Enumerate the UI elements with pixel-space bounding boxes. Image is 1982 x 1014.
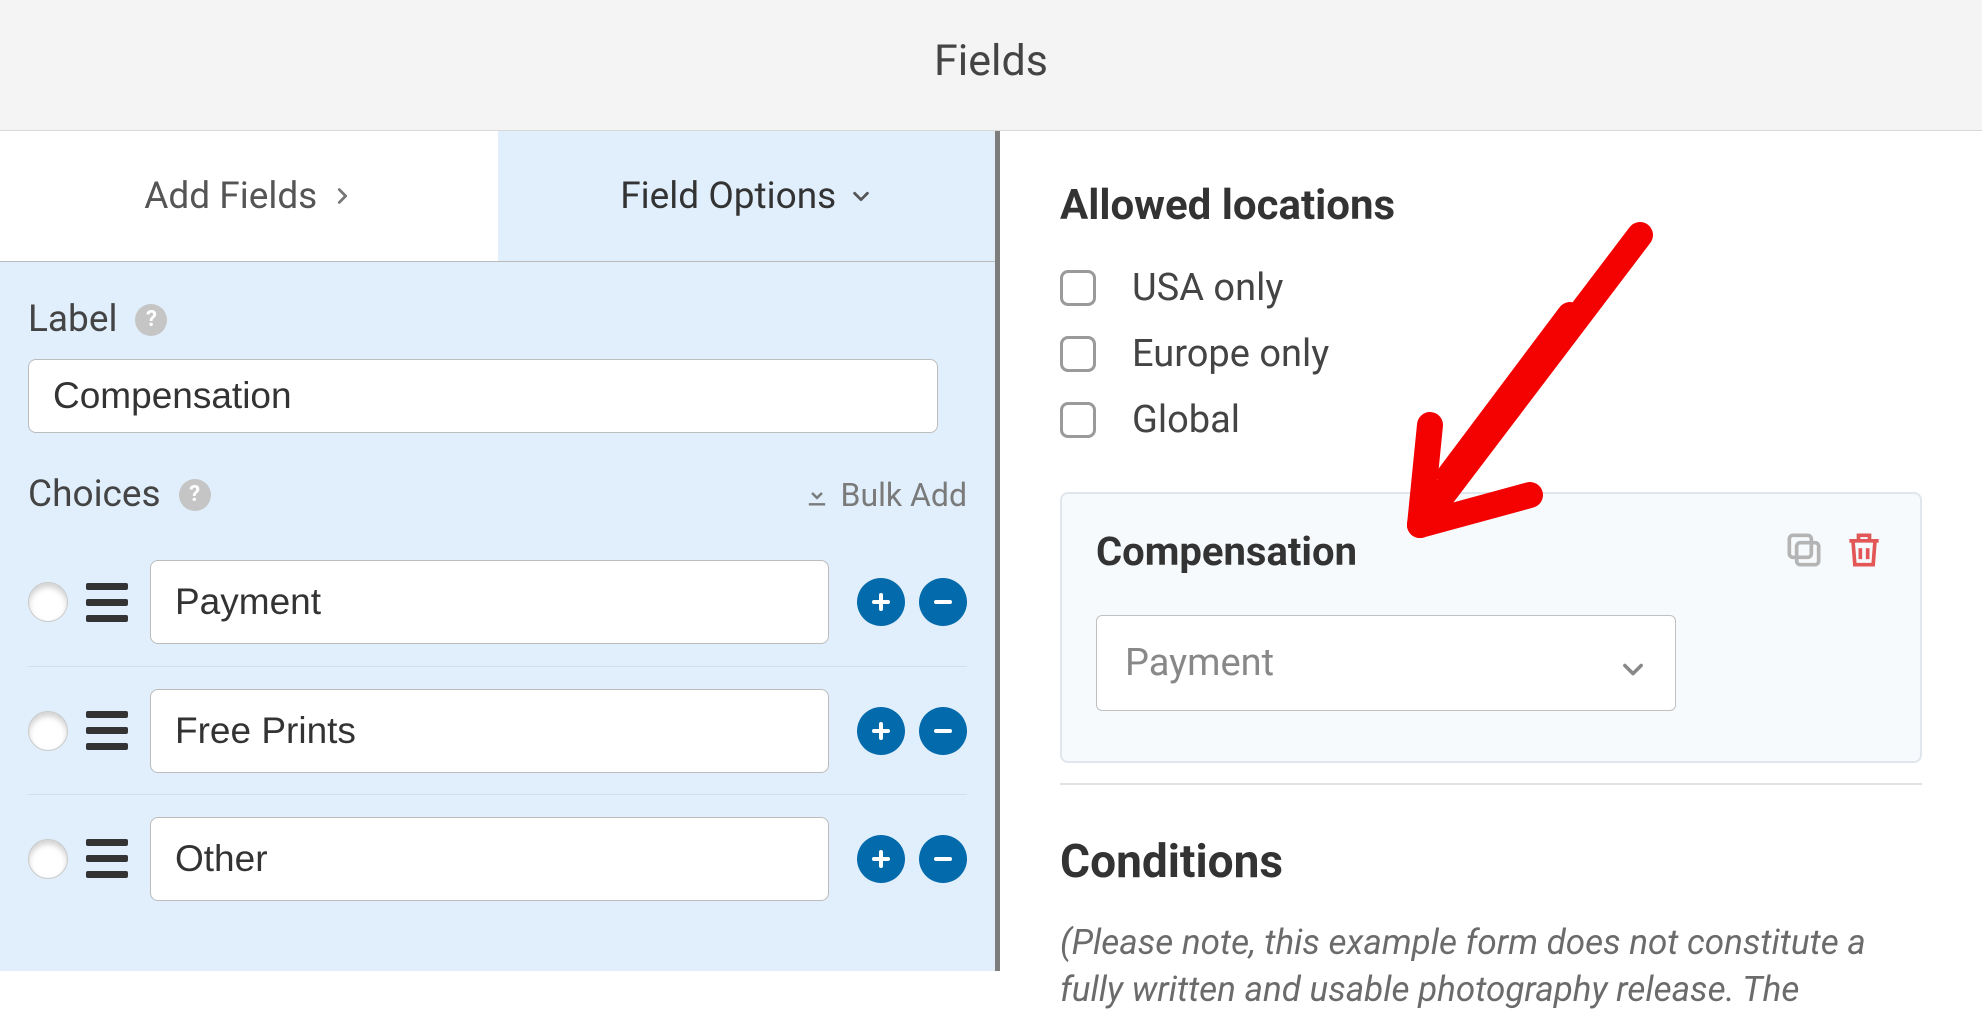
help-icon[interactable]: ? [135,304,167,336]
page-title: Fields [0,36,1982,86]
label-input[interactable] [28,359,938,433]
divider [1060,783,1922,785]
add-choice-button[interactable] [857,835,905,883]
field-card-title: Compensation [1096,528,1357,575]
tab-field-options-label: Field Options [620,175,836,218]
chevron-down-icon [850,185,872,207]
choices-heading: Choices [28,473,161,516]
choice-input[interactable] [150,817,829,901]
field-options-section: Label ? Choices ? Bulk Add [0,262,995,922]
tab-add-fields[interactable]: Add Fields [0,131,498,261]
conditions-note: (Please note, this example form does not… [1060,919,1922,1014]
main-layout: Add Fields Field Options Label ? Choic [0,131,1982,971]
chevron-right-icon [331,185,353,207]
label-row: Label ? [28,298,967,341]
add-choice-button[interactable] [857,707,905,755]
compensation-select[interactable]: Payment [1096,615,1676,711]
chevron-down-icon [1619,649,1647,677]
drag-handle-icon[interactable] [86,583,128,622]
field-card-compensation[interactable]: Compensation Payment [1060,492,1922,763]
add-choice-button[interactable] [857,578,905,626]
tab-add-fields-label: Add Fields [144,175,317,218]
allowed-locations-heading: Allowed locations [1060,181,1922,230]
form-preview-pane: Allowed locations USA only Europe only G… [1000,131,1982,971]
checkbox-label: Global [1132,398,1240,442]
allowed-locations-list: USA only Europe only Global [1060,266,1922,442]
bulk-add-button[interactable]: Bulk Add [803,476,967,514]
choice-row [28,666,967,794]
checkbox-label: Europe only [1132,332,1329,376]
list-item: Global [1060,398,1922,442]
drag-handle-icon[interactable] [86,711,128,750]
choice-input[interactable] [150,689,829,773]
choice-row [28,794,967,922]
list-item: USA only [1060,266,1922,310]
remove-choice-button[interactable] [919,707,967,755]
label-heading: Label [28,298,117,341]
choice-input[interactable] [150,560,829,644]
default-radio[interactable] [28,711,68,751]
choices-list [28,538,967,922]
conditions-heading: Conditions [1060,835,1922,889]
choices-header: Choices ? Bulk Add [28,473,967,516]
checkbox-europe-only[interactable] [1060,336,1096,372]
field-editor-pane: Add Fields Field Options Label ? Choic [0,131,1000,971]
select-value: Payment [1125,641,1274,685]
download-icon [803,481,831,509]
choice-row [28,538,967,666]
help-icon[interactable]: ? [179,479,211,511]
list-item: Europe only [1060,332,1922,376]
checkbox-global[interactable] [1060,402,1096,438]
default-radio[interactable] [28,839,68,879]
tab-field-options[interactable]: Field Options [498,131,996,261]
page-header: Fields [0,0,1982,131]
checkbox-usa-only[interactable] [1060,270,1096,306]
drag-handle-icon[interactable] [86,839,128,878]
bulk-add-label: Bulk Add [841,476,967,514]
trash-icon[interactable] [1842,528,1886,572]
remove-choice-button[interactable] [919,835,967,883]
default-radio[interactable] [28,582,68,622]
remove-choice-button[interactable] [919,578,967,626]
checkbox-label: USA only [1132,266,1283,310]
duplicate-icon[interactable] [1782,528,1826,572]
editor-tabs: Add Fields Field Options [0,131,995,262]
